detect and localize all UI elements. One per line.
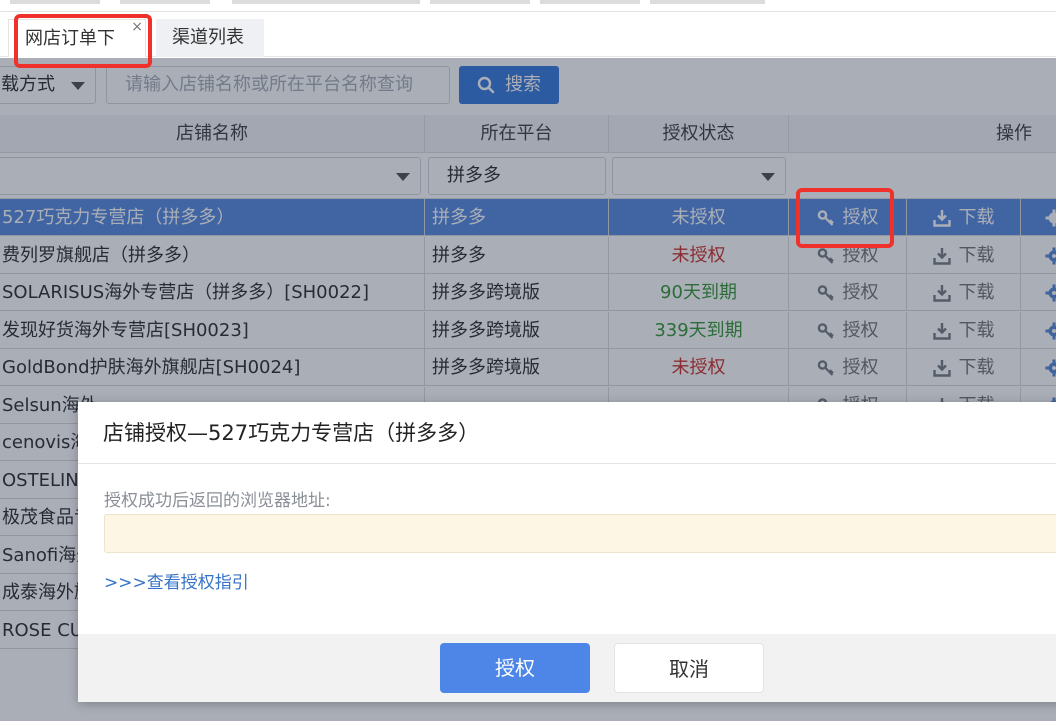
top-strip-segment [120,0,210,4]
top-strip-segment [320,0,420,4]
top-strip [0,0,1056,12]
tab-channel-list-label: 渠道列表 [172,27,244,48]
cancel-button[interactable]: 取消 [614,643,764,693]
authorize-button[interactable]: 授权 [440,643,590,693]
top-strip-segment [540,0,640,4]
dialog-url-label: 授权成功后返回的浏览器地址: [104,491,331,511]
auth-dialog: 店铺授权—527巧克力专营店（拼多多） 授权成功后返回的浏览器地址: >>>查看… [78,402,1056,702]
close-icon[interactable]: × [131,8,143,46]
top-strip-segment [10,0,100,4]
browser-url-input[interactable] [104,514,1056,553]
dialog-footer: 授权 取消 [78,634,1056,702]
tab-bar: 网店订单下载 × 渠道列表 [0,13,1056,87]
tab-channel-list[interactable]: 渠道列表 [156,19,264,57]
top-strip-segment [430,0,530,4]
auth-guide-link[interactable]: >>>查看授权指引 [104,568,249,593]
dialog-title: 店铺授权—527巧克力专营店（拼多多） [78,402,1056,464]
top-strip-segment [232,0,322,4]
tab-order-download[interactable]: 网店订单下载 × [8,19,146,87]
top-strip-segment [650,0,765,4]
